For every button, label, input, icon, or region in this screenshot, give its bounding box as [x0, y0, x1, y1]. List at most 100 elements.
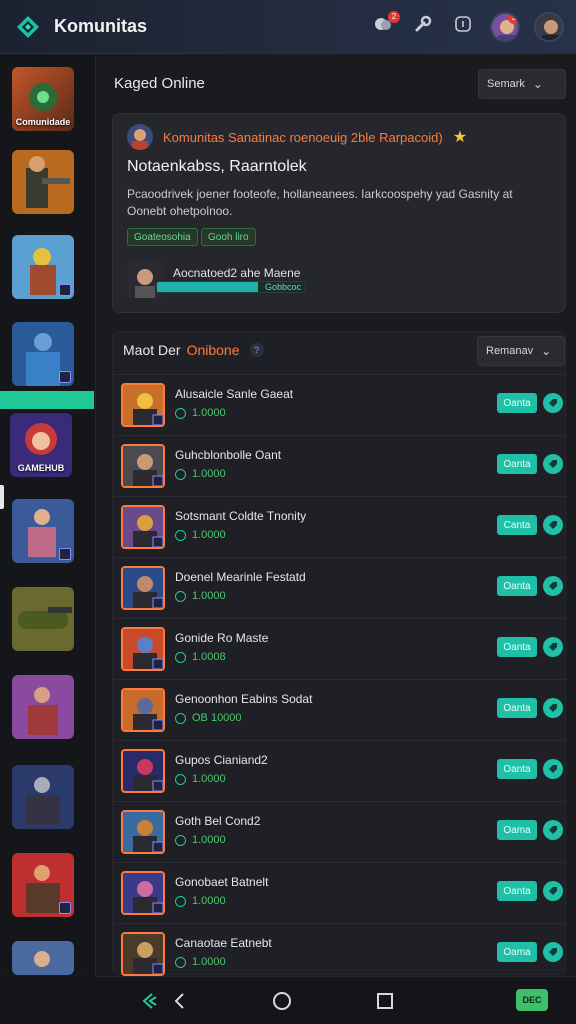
nav-pill-button[interactable]: DEC	[516, 989, 548, 1011]
recents-icon[interactable]	[373, 989, 397, 1013]
list-item-tag-icon[interactable]	[543, 942, 563, 962]
list-item-thumbnail	[121, 383, 165, 427]
list-item-action-button[interactable]: Oanta	[497, 393, 537, 413]
list-item-meta: OB 10000	[175, 712, 242, 724]
list-item-title: Gupos Cianiand2	[175, 753, 268, 767]
list-item-action-button[interactable]: Oama	[497, 820, 537, 840]
sidebar-item-9[interactable]	[12, 765, 74, 829]
list-item-tag-icon[interactable]	[543, 698, 563, 718]
list-item-action-button[interactable]: Oanta	[497, 698, 537, 718]
list-item-tag-icon[interactable]	[543, 881, 563, 901]
info-icon[interactable]: ?	[249, 343, 264, 357]
list-item-tag-icon[interactable]	[543, 454, 563, 474]
list-item[interactable]: Genoonhon Eabins Sodat OB 10000 Oanta	[113, 679, 567, 740]
sidebar-item-3[interactable]	[12, 235, 74, 299]
list-sort-dropdown[interactable]: Remanav ⌄	[477, 336, 565, 366]
sidebar-item-4[interactable]	[12, 322, 74, 386]
info-square-icon	[454, 15, 472, 38]
featured-avatar	[127, 124, 153, 150]
list-item-tag-icon[interactable]	[543, 759, 563, 779]
sidebar-item-5[interactable]: GAMEHUB	[10, 413, 72, 477]
sidebar-item-7[interactable]	[12, 587, 74, 651]
bottom-navigation: DEC	[96, 976, 576, 1024]
top-bar: Komunitas 2 3	[0, 0, 576, 54]
list-item-tag-icon[interactable]	[543, 515, 563, 535]
list-item-title: Gonobaet Batnelt	[175, 875, 269, 889]
list-item-tag-icon[interactable]	[543, 820, 563, 840]
app-switch-icon[interactable]	[138, 989, 162, 1013]
status-dot-icon	[175, 651, 186, 663]
list-item[interactable]: Guhcblonbolle Oant 1.0000 Oanta	[113, 435, 567, 496]
sidebar-item-8[interactable]	[12, 675, 74, 739]
list-item-title: Doenel Mearinle Festatd	[175, 570, 306, 584]
list-item-meta-value: 1.0000	[192, 468, 226, 480]
list-item-tag-icon[interactable]	[543, 393, 563, 413]
list-item-action-button[interactable]: Oama	[497, 942, 537, 962]
list-item-thumbnail	[121, 505, 165, 549]
chat-button[interactable]: 2	[370, 10, 400, 40]
list-item[interactable]: Alusaicle Sanle Gaeat 1.0000 Oanta	[113, 374, 567, 435]
list-item[interactable]: Goth Bel Cond2 1.0000 Oama	[113, 801, 567, 862]
list-title-prefix: Maot Der	[123, 342, 181, 358]
sidebar-item-11[interactable]	[12, 941, 74, 975]
list-item-action-button[interactable]: Oanta	[497, 576, 537, 596]
list-item-title: Alusaicle Sanle Gaeat	[175, 387, 294, 401]
app-name: Komunitas	[54, 16, 148, 36]
list-item-thumbnail	[121, 871, 165, 915]
list-item-meta: 1.0000	[175, 834, 226, 846]
notification-avatar[interactable]: 3	[490, 11, 520, 42]
sidebar-item-6[interactable]	[12, 499, 74, 563]
list-item-thumbnail	[121, 566, 165, 610]
featured-tag-1[interactable]: Goateosohia	[127, 228, 198, 246]
status-dot-icon	[175, 895, 186, 907]
list-item-action-button[interactable]: Canta	[497, 515, 537, 535]
sidebar-item-1[interactable]: Comunidade	[12, 67, 74, 131]
featured-user-text: Aocnatoed2 ahe Maene	[173, 266, 301, 280]
back-icon[interactable]	[168, 989, 192, 1013]
list-item[interactable]: Gonobaet Batnelt 1.0000 Oanta	[113, 862, 567, 923]
status-dot-icon	[175, 529, 186, 541]
sidebar-item-2[interactable]	[12, 150, 74, 214]
online-sort-dropdown[interactable]: Semark ⌄	[478, 69, 566, 99]
list-item-thumbnail	[121, 627, 165, 671]
list-item-action-button[interactable]: Oanta	[497, 454, 537, 474]
info-button[interactable]	[450, 14, 476, 40]
community-list-panel: Maot Der Onibone ? Remanav ⌄ Alusaicle S…	[112, 331, 567, 976]
list-item[interactable]: Gonide Ro Maste 1.0008 Oanta	[113, 618, 567, 679]
chevron-down-icon: ⌄	[532, 77, 543, 91]
list-item-thumbnail	[121, 810, 165, 854]
chevron-down-icon: ⌄	[541, 344, 552, 358]
list-item[interactable]: Gupos Cianiand2 1.0000 Oanta	[113, 740, 567, 801]
list-item-thumbnail	[121, 444, 165, 488]
home-icon[interactable]	[270, 989, 294, 1013]
list-item[interactable]: Doenel Mearinle Festatd 1.0000 Oanta	[113, 557, 567, 618]
main-content: Kaged Online Semark ⌄ Komunitas Sanatina…	[96, 55, 576, 976]
star-icon[interactable]: ★	[453, 127, 467, 147]
tools-button[interactable]	[410, 14, 436, 40]
list-item-tag-icon[interactable]	[543, 637, 563, 657]
sidebar-selection-notch	[0, 485, 4, 509]
list-item-meta: 1.0000	[175, 407, 226, 419]
list-item-action-button[interactable]: Oanta	[497, 637, 537, 657]
featured-description: Pcaoodrivek joener footeofe, hollaneanee…	[127, 187, 513, 218]
list-item-tag-icon[interactable]	[543, 576, 563, 596]
app-logo-icon[interactable]	[12, 11, 44, 43]
list-item-action-button[interactable]: Oanta	[497, 881, 537, 901]
sidebar-item-4-badge	[59, 371, 71, 383]
featured-tag-2[interactable]: Gooh liro	[201, 228, 256, 246]
featured-progress-bar: Gobbcoc	[156, 281, 306, 293]
sidebar-item-1-caption: Comunidade	[15, 117, 71, 127]
chat-badge: 2	[388, 10, 400, 23]
list-item[interactable]: Sotsmant Coldte Tnonity 1.0000 Canta	[113, 496, 567, 557]
list-item-meta: 1.0008	[175, 651, 226, 663]
sidebar-item-10[interactable]	[12, 853, 74, 917]
user-avatar[interactable]	[534, 11, 564, 42]
list-item-meta-value: 1.0008	[192, 651, 226, 663]
status-dot-icon	[175, 712, 186, 724]
list-item[interactable]: Canaotae Eatnebt 1.0000 Oama	[113, 923, 567, 984]
list-item-action-button[interactable]: Oanta	[497, 759, 537, 779]
list-item-meta: 1.0000	[175, 773, 226, 785]
sidebar-item-6-badge	[59, 548, 71, 560]
featured-progress-label: Gobbcoc	[264, 282, 301, 292]
list-item-title: Guhcblonbolle Oant	[175, 448, 282, 462]
